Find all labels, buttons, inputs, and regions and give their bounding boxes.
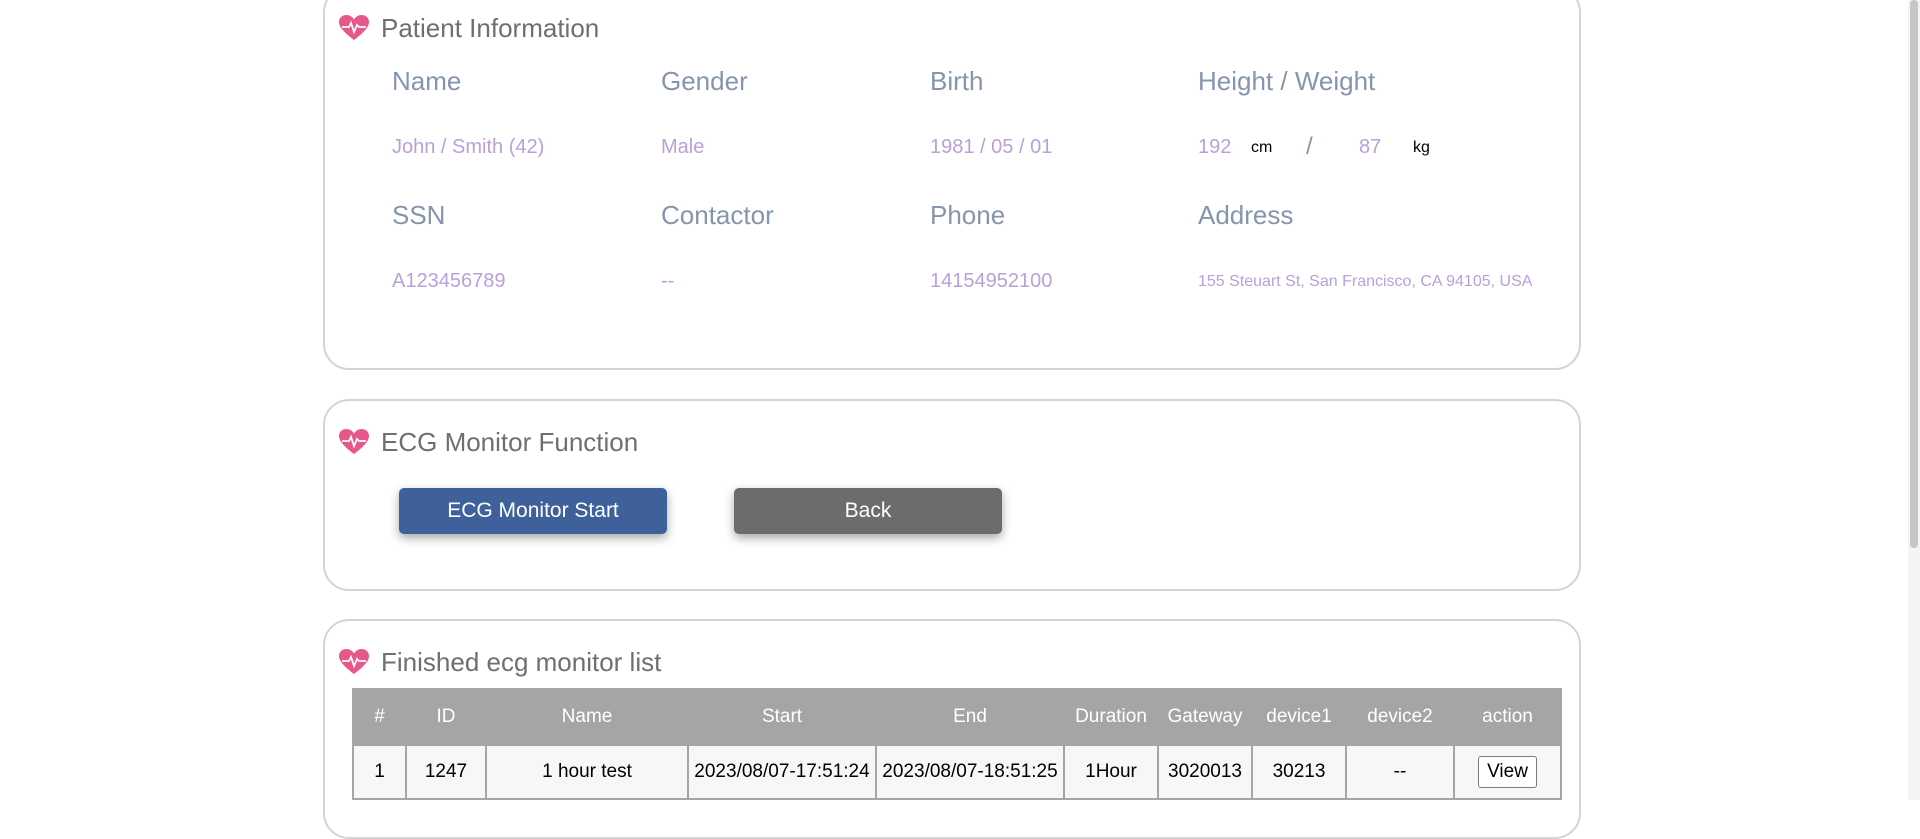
name-label: Name (392, 66, 462, 96)
cell-duration: 1Hour (1063, 744, 1159, 800)
page-scrollbar-thumb[interactable] (1910, 0, 1918, 548)
column-header-name: Name (485, 688, 689, 746)
birth-value: 1981 / 05 / 01 (930, 136, 1053, 158)
table-row: 1 1247 1 hour test 2023/08/07-17:51:24 2… (352, 744, 1562, 800)
patient-card-title: Patient Information (381, 12, 600, 43)
height-unit: cm (1251, 139, 1273, 156)
page-scrollbar[interactable] (1908, 0, 1920, 800)
address-label: Address (1198, 200, 1294, 230)
height-weight-separator: / (1306, 133, 1313, 160)
list-card-title: Finished ecg monitor list (381, 646, 662, 677)
column-header-end: End (875, 688, 1065, 746)
height-value: 192 (1198, 136, 1232, 158)
cell-start: 2023/08/07-17:51:24 (687, 744, 877, 800)
ecg-card-header: ECG Monitor Function (339, 424, 638, 460)
cell-device2: -- (1345, 744, 1455, 800)
heart-pulse-icon (339, 649, 369, 674)
patient-information-card: Patient Information Name Gender Birth He… (323, 0, 1581, 370)
list-card-header: Finished ecg monitor list (339, 644, 661, 680)
column-header-duration: Duration (1063, 688, 1159, 746)
column-header-number: # (352, 688, 407, 746)
column-header-id: ID (405, 688, 487, 746)
weight-value: 87 (1359, 136, 1382, 158)
column-header-start: Start (687, 688, 877, 746)
gender-label: Gender (661, 66, 748, 96)
ssn-label: SSN (392, 200, 446, 230)
cell-action: View (1453, 744, 1562, 800)
table-header-row: # ID Name Start End Duration Gateway dev… (352, 688, 1562, 746)
column-header-device1: device1 (1251, 688, 1347, 746)
phone-label: Phone (930, 200, 1006, 230)
height-weight-label: Height / Weight (1198, 66, 1376, 96)
view-button[interactable]: View (1478, 756, 1537, 788)
ssn-value: A123456789 (392, 270, 506, 292)
column-header-action: action (1453, 688, 1562, 746)
heart-pulse-icon (339, 429, 369, 454)
patient-card-header: Patient Information (339, 10, 599, 46)
ecg-card-title: ECG Monitor Function (381, 426, 639, 457)
phone-value: 14154952100 (930, 270, 1053, 292)
cell-end: 2023/08/07-18:51:25 (875, 744, 1065, 800)
contactor-value: -- (661, 270, 675, 292)
birth-label: Birth (930, 66, 984, 96)
cell-device1: 30213 (1251, 744, 1347, 800)
cell-gateway: 3020013 (1157, 744, 1253, 800)
heart-pulse-icon (339, 15, 369, 40)
cell-name: 1 hour test (485, 744, 689, 800)
weight-unit: kg (1413, 139, 1430, 156)
finished-monitor-table: # ID Name Start End Duration Gateway dev… (352, 688, 1562, 800)
column-header-device2: device2 (1345, 688, 1455, 746)
cell-number: 1 (352, 744, 407, 800)
gender-value: Male (661, 136, 705, 158)
name-value: John / Smith (42) (392, 136, 545, 158)
address-value: 155 Steuart St, San Francisco, CA 94105,… (1198, 273, 1533, 290)
contactor-label: Contactor (661, 200, 774, 230)
back-button[interactable]: Back (734, 488, 1002, 534)
cell-id: 1247 (405, 744, 487, 800)
ecg-monitor-start-button[interactable]: ECG Monitor Start (399, 488, 667, 534)
column-header-gateway: Gateway (1157, 688, 1253, 746)
